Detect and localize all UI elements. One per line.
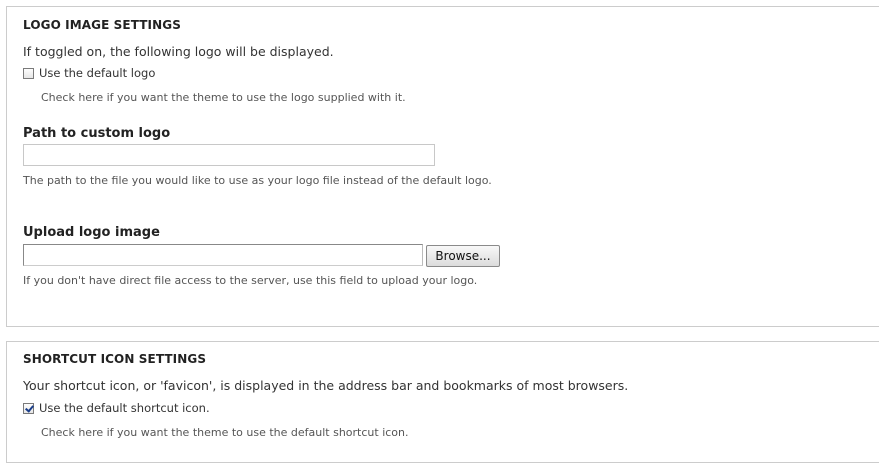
default-shortcut-help: Check here if you want the theme to use …: [41, 426, 409, 439]
shortcut-settings-legend: SHORTCUT ICON SETTINGS: [23, 352, 207, 366]
default-logo-label[interactable]: Use the default logo: [39, 66, 155, 80]
custom-logo-path-help: The path to the file you would like to u…: [23, 174, 492, 187]
logo-image-settings-fieldset: LOGO IMAGE SETTINGS If toggled on, the f…: [6, 6, 879, 327]
upload-logo-file-input[interactable]: [23, 244, 423, 266]
browse-button[interactable]: Browse...: [426, 245, 500, 267]
logo-settings-description: If toggled on, the following logo will b…: [23, 44, 334, 59]
default-logo-option[interactable]: Use the default logo: [23, 66, 155, 80]
default-shortcut-option[interactable]: Use the default shortcut icon.: [23, 401, 210, 415]
default-shortcut-checkbox[interactable]: [23, 402, 34, 414]
default-logo-checkbox[interactable]: [23, 67, 34, 79]
custom-logo-path-label: Path to custom logo: [23, 126, 171, 141]
upload-logo-label: Upload logo image: [23, 225, 160, 240]
default-shortcut-label[interactable]: Use the default shortcut icon.: [39, 401, 210, 415]
logo-settings-legend: LOGO IMAGE SETTINGS: [23, 18, 181, 32]
shortcut-icon-settings-fieldset: SHORTCUT ICON SETTINGS Your shortcut ico…: [6, 341, 879, 463]
default-logo-help: Check here if you want the theme to use …: [41, 91, 406, 104]
custom-logo-path-input[interactable]: [23, 144, 435, 166]
shortcut-settings-description: Your shortcut icon, or 'favicon', is dis…: [23, 378, 629, 393]
upload-logo-help: If you don't have direct file access to …: [23, 274, 478, 287]
